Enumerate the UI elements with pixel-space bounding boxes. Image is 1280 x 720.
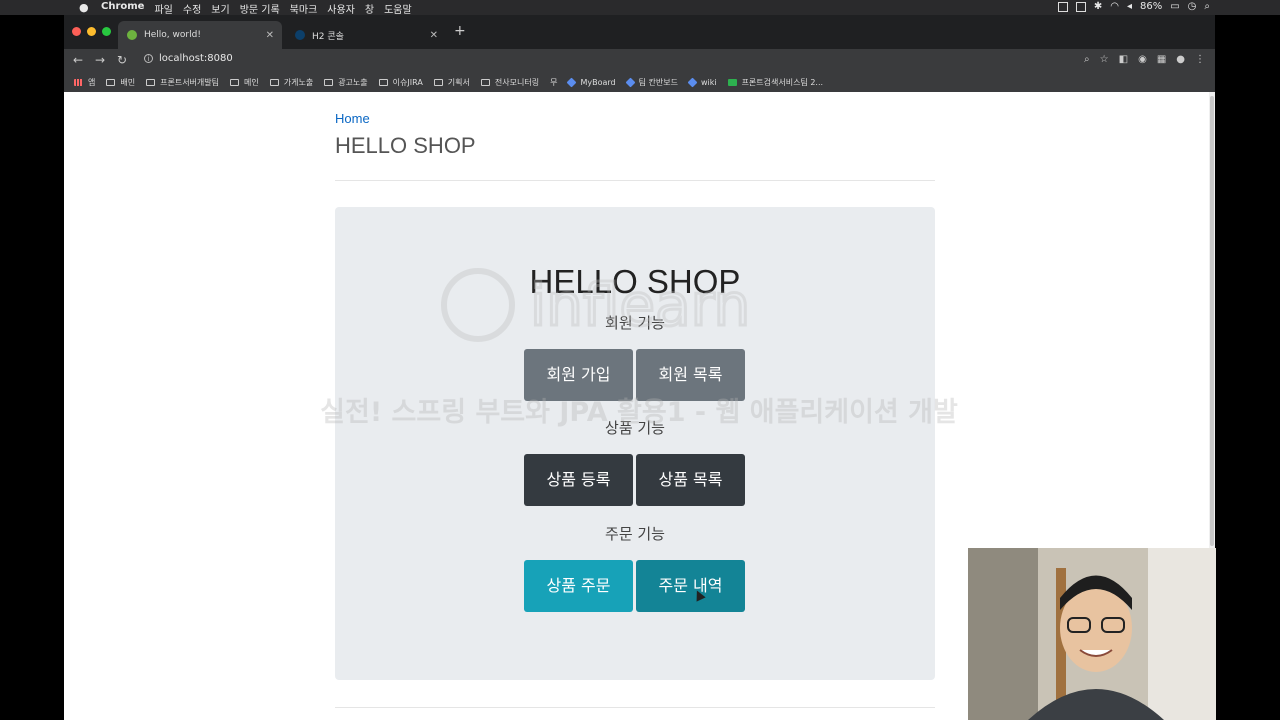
watermark-logo-text: inflearn <box>530 271 750 339</box>
menu-window[interactable]: 창 <box>365 1 374 16</box>
course-watermark: 실전! 스프링 부트와 JPA 활용1 - 웹 애플리케이션 개발 <box>320 397 958 428</box>
footer-divider <box>335 707 935 708</box>
menu-bookmarks[interactable]: 북마크 <box>290 1 318 16</box>
battery-icon[interactable]: ▭ <box>1170 1 1179 12</box>
macos-menu-bar: ● Chrome 파일 수정 보기 방문 기록 북마크 사용자 창 도움말 ✱ … <box>0 0 1280 16</box>
qr-icon[interactable]: ▦ <box>1157 54 1166 65</box>
close-tab-icon[interactable]: ✕ <box>266 30 274 41</box>
h2-icon <box>295 30 305 40</box>
item-register-button[interactable]: 상품 등록 <box>524 454 633 506</box>
zoom-window-button[interactable] <box>102 27 111 36</box>
apple-icon[interactable]: ● <box>79 1 89 14</box>
folder-icon <box>269 78 279 86</box>
address-bar[interactable]: i localhost:8080 <box>144 53 233 64</box>
translate-icon[interactable]: ◧ <box>1119 54 1128 65</box>
zoom-icon[interactable]: ⌕ <box>1084 54 1090 65</box>
diamond-icon <box>625 77 636 87</box>
bookmark-item[interactable]: 프론트검색서비스팀 2... <box>727 77 823 88</box>
forward-arrow-icon[interactable]: → <box>95 53 105 67</box>
reload-icon[interactable]: ↻ <box>117 53 127 67</box>
search-icon[interactable]: ⌕ <box>1204 1 1210 12</box>
bookmarks-bar: 앱 배민 프론트서버개발팀 메인 가게노출 광고노출 이슈JIRA 기획서 전사… <box>64 72 1215 92</box>
apps-grid-icon <box>74 78 83 86</box>
header-divider <box>335 180 935 181</box>
bluetooth-icon[interactable]: ✱ <box>1094 1 1102 12</box>
status-icon[interactable] <box>1057 1 1068 12</box>
close-tab-icon[interactable]: ✕ <box>430 30 438 41</box>
menu-edit[interactable]: 수정 <box>183 1 201 16</box>
menu-file[interactable]: 파일 <box>154 1 172 16</box>
menu-history[interactable]: 방문 기록 <box>240 1 280 16</box>
status-area: ✱ ◠ ◂ 86% ▭ ◷ ⌕ <box>1057 1 1210 12</box>
bookmark-item[interactable]: wiki <box>687 77 717 87</box>
menu-view[interactable]: 보기 <box>211 1 229 16</box>
order-item-button[interactable]: 상품 주문 <box>524 560 633 612</box>
folder-icon <box>106 78 116 86</box>
back-arrow-icon[interactable]: ← <box>73 53 83 67</box>
webcam-overlay <box>968 548 1216 720</box>
bookmark-item[interactable]: 배민 <box>106 77 135 88</box>
folder-icon <box>146 78 156 86</box>
folder-icon <box>433 78 443 86</box>
navigation-bar: ← → ↻ i localhost:8080 ⌕ ☆ ◧ ◉ ▦ ● ⋮ <box>64 49 1215 73</box>
toolbar-icons: ⌕ ☆ ◧ ◉ ▦ ● ⋮ <box>1084 54 1205 65</box>
bookmark-item[interactable]: 기획서 <box>433 77 470 88</box>
diamond-icon <box>566 77 577 87</box>
site-title: HELLO SHOP <box>335 133 476 158</box>
tab-hello-world[interactable]: Hello, world! ✕ <box>118 21 282 49</box>
tab-strip: Hello, world! ✕ H2 콘솔 ✕ + <box>64 15 1215 49</box>
extension-icon[interactable]: ◉ <box>1138 54 1147 65</box>
tab-h2-console[interactable]: H2 콘솔 ✕ <box>286 21 446 49</box>
close-window-button[interactable] <box>72 27 81 36</box>
site-info-icon[interactable]: i <box>144 54 153 63</box>
bookmark-item[interactable]: 팀 칸반보드 <box>625 77 678 88</box>
bookmark-item[interactable]: MyBoard <box>566 77 616 87</box>
clock-icon[interactable]: ◷ <box>1188 1 1197 12</box>
menu-app-name[interactable]: Chrome <box>101 1 144 16</box>
battery-percent[interactable]: 86% <box>1140 1 1162 12</box>
menu-help[interactable]: 도움말 <box>384 1 412 16</box>
confluence-icon <box>687 77 698 87</box>
profile-avatar[interactable]: ● <box>1176 54 1185 65</box>
bookmark-item[interactable]: 광고노출 <box>324 77 368 88</box>
volume-icon[interactable]: ◂ <box>1127 1 1132 12</box>
new-tab-icon[interactable]: + <box>454 23 466 39</box>
folder-icon <box>324 78 334 86</box>
minimize-window-button[interactable] <box>87 27 96 36</box>
bookmark-item[interactable]: 무 <box>550 77 557 88</box>
scrollbar-thumb[interactable] <box>1210 96 1214 546</box>
bookmark-star-icon[interactable]: ☆ <box>1100 54 1109 65</box>
browser-chrome: Hello, world! ✕ H2 콘솔 ✕ + ← → ↻ i localh… <box>64 15 1215 92</box>
item-list-button[interactable]: 상품 목록 <box>636 454 745 506</box>
window-controls <box>72 27 111 36</box>
bookmark-item[interactable]: 전사모니터링 <box>480 77 539 88</box>
menu-profiles[interactable]: 사용자 <box>327 1 355 16</box>
address-text: localhost:8080 <box>159 53 233 64</box>
bookmark-item[interactable]: 이슈JIRA <box>378 77 423 88</box>
folder-icon <box>230 78 239 86</box>
home-link[interactable]: Home <box>335 111 370 126</box>
sheets-icon <box>727 78 737 86</box>
bookmark-item[interactable]: 프론트서버개발팀 <box>146 77 219 88</box>
bookmark-item[interactable]: 메인 <box>230 77 259 88</box>
presenter-video <box>968 548 1216 720</box>
inflearn-watermark-logo: inflearn <box>441 268 752 342</box>
spring-leaf-icon <box>127 30 137 40</box>
wifi-icon[interactable]: ◠ <box>1110 1 1119 12</box>
bookmark-apps[interactable]: 앱 <box>74 77 95 88</box>
folder-icon <box>480 78 490 86</box>
folder-icon <box>378 78 388 86</box>
macos-menus: Chrome 파일 수정 보기 방문 기록 북마크 사용자 창 도움말 <box>101 1 412 16</box>
order-history-button[interactable]: 주문 내역 <box>636 560 745 612</box>
menu-kebab-icon[interactable]: ⋮ <box>1195 54 1205 65</box>
bookmark-item[interactable]: 가게노출 <box>269 77 313 88</box>
tab-title: Hello, world! <box>144 30 201 40</box>
screen-record-icon[interactable] <box>1075 1 1086 12</box>
tab-title: H2 콘솔 <box>312 31 344 42</box>
order-section-label: 주문 기능 <box>605 525 665 543</box>
